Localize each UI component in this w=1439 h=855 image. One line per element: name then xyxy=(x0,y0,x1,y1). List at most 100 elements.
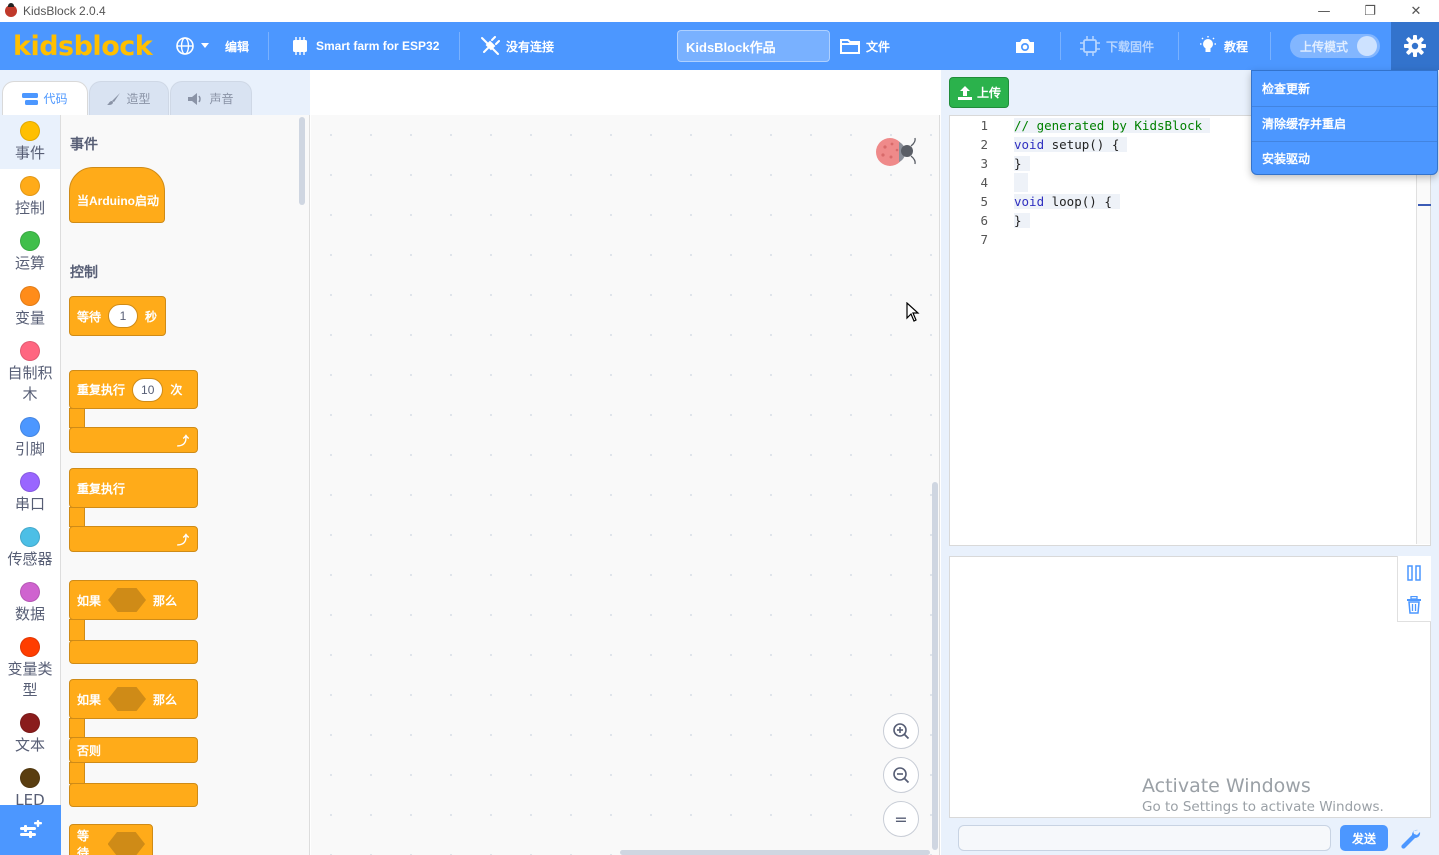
category-variable-types[interactable]: 变量类型 xyxy=(0,637,60,701)
check-updates-item[interactable]: 检查更新 xyxy=(1252,71,1437,105)
category-serial[interactable]: 串口 xyxy=(0,472,60,515)
block-label: 如果 xyxy=(77,593,102,608)
when-arduino-starts-block[interactable]: 当Arduino启动 xyxy=(69,167,165,223)
minimize-button[interactable]: — xyxy=(1301,0,1347,22)
wait-seconds-input[interactable]: 1 xyxy=(108,304,139,328)
add-extension-button[interactable] xyxy=(0,805,61,855)
wait-until-block[interactable]: 等待 xyxy=(69,824,153,855)
condition-slot[interactable] xyxy=(107,832,145,855)
block-c-foot xyxy=(69,783,198,807)
category-control[interactable]: 控制 xyxy=(0,176,60,219)
events-heading: 事件 xyxy=(70,137,98,153)
watermark-title: Activate Windows xyxy=(1142,775,1311,797)
wrench-icon xyxy=(1401,829,1421,849)
install-driver-item[interactable]: 安装驱动 xyxy=(1252,141,1437,175)
zoom-out-button[interactable] xyxy=(883,757,919,793)
category-sensors[interactable]: 传感器 xyxy=(0,527,60,570)
upload-mode-toggle[interactable]: 上传模式 xyxy=(1290,34,1380,58)
category-pins[interactable]: 引脚 xyxy=(0,417,60,460)
code-editor[interactable]: 1 // generated by KidsBlock 2 void setup… xyxy=(949,115,1431,546)
category-text[interactable]: 文本 xyxy=(0,713,60,756)
condition-slot[interactable] xyxy=(108,687,147,711)
category-data[interactable]: 数据 xyxy=(0,582,60,625)
block-c-foot: ⤴ xyxy=(69,526,198,552)
caret-down-icon xyxy=(201,43,209,48)
category-events[interactable]: 事件 xyxy=(0,115,60,169)
category-dot xyxy=(20,768,40,788)
tab-sounds[interactable]: 声音 xyxy=(170,81,252,115)
if-then-else-block[interactable]: 如果 那么 xyxy=(69,679,198,719)
line-number: 2 xyxy=(980,137,988,152)
file-menu[interactable]: 文件 xyxy=(840,22,890,70)
settings-button[interactable] xyxy=(1391,22,1439,70)
clear-button[interactable] xyxy=(1398,589,1430,621)
block-c-foot: ⤴ xyxy=(69,427,198,453)
tutorial-button[interactable]: 教程 xyxy=(1198,22,1248,70)
pause-button[interactable] xyxy=(1398,557,1430,589)
line-number: 6 xyxy=(980,213,988,228)
close-button[interactable]: ✕ xyxy=(1393,0,1439,22)
upload-mode-label: 上传模式 xyxy=(1300,39,1349,54)
line-number: 7 xyxy=(980,232,988,247)
category-variables[interactable]: 变量 xyxy=(0,286,60,329)
upload-button[interactable]: 上传 xyxy=(949,77,1009,108)
wait-seconds-block[interactable]: 等待 1 秒 xyxy=(69,296,166,336)
code-line: 3 } xyxy=(950,154,1030,173)
category-dot xyxy=(20,472,40,492)
zoom-out-icon xyxy=(893,767,910,784)
block-label: 秒 xyxy=(145,309,158,324)
upload-icon xyxy=(957,85,972,100)
tab-costumes[interactable]: 造型 xyxy=(89,81,169,115)
gear-icon xyxy=(1404,35,1426,57)
workspace-horizontal-scrollbar[interactable] xyxy=(620,850,930,855)
block-label: 重复执行 xyxy=(77,481,126,496)
else-section: 否则 xyxy=(69,737,198,763)
device-label: Smart farm for ESP32 xyxy=(316,39,440,53)
settings-dropdown: 检查更新 清除缓存并重启 安装驱动 xyxy=(1251,70,1438,175)
project-title-input[interactable]: KidsBlock作品 xyxy=(677,30,830,62)
send-button[interactable]: 发送 xyxy=(1340,825,1388,851)
edit-menu[interactable]: 编辑 xyxy=(225,22,249,70)
script-workspace[interactable] xyxy=(311,115,940,855)
line-number: 5 xyxy=(980,194,988,209)
language-menu[interactable] xyxy=(175,22,215,70)
screenshot-button[interactable] xyxy=(1014,22,1042,70)
condition-slot[interactable] xyxy=(108,588,147,612)
kidsblock-logo[interactable]: kidsblock xyxy=(13,22,153,70)
category-label: 引脚 xyxy=(14,440,45,458)
editor-scrollbar[interactable] xyxy=(1416,116,1431,544)
ladybug-sprite-icon[interactable] xyxy=(873,134,919,173)
menu-bar: kidsblock 编辑 Smart farm for ESP32 没有连接 K… xyxy=(0,22,1439,70)
forever-block[interactable]: 重复执行 xyxy=(69,468,198,508)
restore-button[interactable]: ❐ xyxy=(1347,0,1393,22)
trash-icon xyxy=(1407,596,1421,614)
block-label: 等待 xyxy=(77,829,90,855)
workspace-vertical-scrollbar[interactable] xyxy=(932,482,938,850)
category-dot xyxy=(20,527,40,547)
category-led[interactable]: LED xyxy=(0,768,60,805)
folder-icon xyxy=(840,39,860,54)
serial-send-input[interactable] xyxy=(958,825,1331,851)
category-dot xyxy=(20,176,40,196)
device-selector[interactable]: Smart farm for ESP32 xyxy=(290,22,439,70)
download-firmware-button[interactable]: 下载固件 xyxy=(1080,22,1154,70)
category-my-blocks[interactable]: 自制积木 xyxy=(0,341,60,405)
disconnected-plug-icon xyxy=(481,36,500,55)
tab-code[interactable]: 代码 xyxy=(2,81,88,115)
code-line: 4 xyxy=(950,173,1028,192)
category-label: 自制积木 xyxy=(7,364,53,403)
category-label: 变量 xyxy=(14,309,45,327)
block-c-arm xyxy=(69,507,85,527)
if-then-block[interactable]: 如果 那么 xyxy=(69,580,198,620)
palette-scrollbar[interactable] xyxy=(299,117,305,205)
repeat-times-block[interactable]: 重复执行 10 次 xyxy=(69,370,198,409)
zoom-in-button[interactable] xyxy=(883,713,919,749)
repeat-count-input[interactable]: 10 xyxy=(132,377,164,402)
zoom-reset-button[interactable]: = xyxy=(883,801,919,837)
block-c-foot xyxy=(69,640,198,664)
serial-settings-button[interactable] xyxy=(1396,823,1424,853)
block-label: 如果 xyxy=(77,692,102,707)
category-operators[interactable]: 运算 xyxy=(0,231,60,274)
clear-cache-restart-item[interactable]: 清除缓存并重启 xyxy=(1252,106,1437,140)
connection-status[interactable]: 没有连接 xyxy=(480,22,554,70)
